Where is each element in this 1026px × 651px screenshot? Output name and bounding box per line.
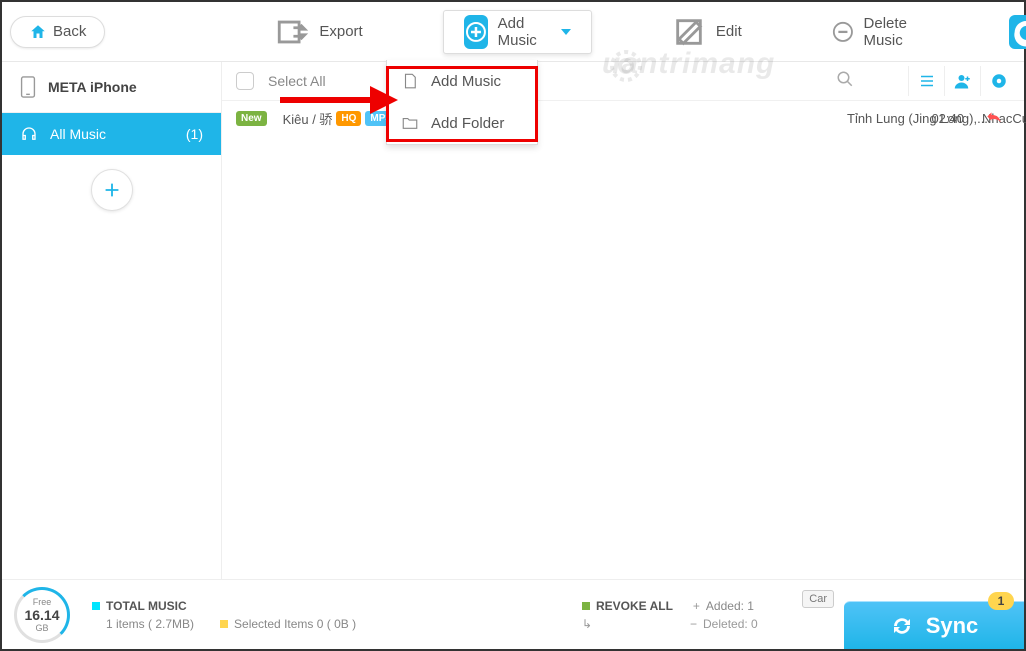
all-music-count: (1): [186, 126, 203, 142]
add-music-icon: [464, 15, 488, 49]
track-time: 02:40: [931, 111, 964, 126]
green-square-icon: [582, 602, 590, 610]
yellow-square-icon: [220, 620, 228, 628]
total-music-label: TOTAL MUSIC: [106, 599, 187, 613]
list-icon: [918, 72, 936, 90]
export-button[interactable]: Export: [255, 11, 382, 53]
free-label: Free: [33, 597, 52, 607]
sync-button[interactable]: Sync 1: [844, 601, 1024, 649]
disc-icon: [990, 72, 1008, 90]
select-all-label: Select All: [268, 73, 326, 89]
contact-button[interactable]: [944, 66, 980, 96]
deleted-count: Deleted: 0: [703, 617, 758, 631]
home-icon: [29, 23, 47, 41]
back-button[interactable]: Back: [10, 16, 105, 48]
device-header: META iPhone: [2, 62, 221, 113]
undo-button[interactable]: [984, 109, 1004, 129]
added-count: Added: 1: [706, 599, 754, 613]
edit-button[interactable]: Edit: [652, 11, 762, 53]
free-unit: GB: [35, 623, 48, 633]
selected-items: Selected Items 0 ( 0B ): [234, 617, 356, 631]
edit-icon: [672, 15, 706, 49]
content-area: Select All New Kiêu / 骄 HQ MP3 Tỉnh Lung…: [222, 62, 1024, 579]
storage-indicator: Free 16.14 GB: [14, 587, 70, 643]
search-icon: [836, 70, 854, 88]
export-icon: [275, 15, 309, 49]
sync-icon: [890, 614, 914, 638]
hq-badge: HQ: [336, 111, 361, 126]
delete-music-label: Delete Music: [864, 15, 920, 49]
add-playlist-button[interactable]: [91, 169, 133, 211]
delete-music-button[interactable]: Delete Music: [812, 11, 939, 53]
sync-label: Sync: [926, 613, 979, 639]
file-icon: [401, 72, 419, 90]
refresh-button[interactable]: Refre: [989, 11, 1026, 53]
device-name: META iPhone: [48, 79, 137, 95]
footer: Free 16.14 GB TOTAL MUSIC 1 items ( 2.7M…: [2, 579, 1024, 649]
add-music-dropdown: Add Music Add Folder: [386, 60, 538, 145]
sidebar: META iPhone All Music (1): [2, 62, 222, 579]
cart-button[interactable]: Car: [802, 590, 834, 608]
delete-icon: [832, 15, 854, 49]
revoke-all-button[interactable]: REVOKE ALL: [596, 599, 673, 613]
add-music-label: Add Music: [498, 15, 547, 49]
toolbar: Back Export Add Music Edit Delet: [2, 2, 1024, 62]
sidebar-item-all-music[interactable]: All Music (1): [2, 113, 221, 155]
all-music-label: All Music: [50, 126, 106, 142]
chevron-down-icon: [561, 29, 571, 35]
search-button[interactable]: [836, 70, 854, 93]
dropdown-add-folder-label: Add Folder: [431, 115, 504, 132]
cyan-square-icon: [92, 602, 100, 610]
sync-count-badge: 1: [988, 592, 1014, 610]
add-music-button[interactable]: Add Music: [443, 10, 592, 54]
export-label: Export: [319, 23, 362, 40]
plus-icon: [101, 179, 123, 201]
headphones-icon: [20, 125, 38, 143]
dropdown-add-music[interactable]: Add Music: [387, 60, 537, 102]
undo-icon: [984, 109, 1004, 129]
back-label: Back: [53, 23, 86, 40]
dropdown-add-folder[interactable]: Add Folder: [387, 102, 537, 144]
track-artist: Tỉnh Lung (Jing Long),...: [847, 111, 988, 126]
disc-button[interactable]: [980, 66, 1016, 96]
items-size: 1 items ( 2.7MB): [106, 617, 194, 631]
select-all-checkbox[interactable]: [236, 72, 254, 90]
refresh-icon: [1009, 15, 1026, 49]
list-header: Select All: [222, 62, 1024, 101]
list-view-button[interactable]: [908, 66, 944, 96]
track-title: Kiêu / 骄: [283, 109, 333, 128]
folder-icon: [401, 114, 419, 132]
dropdown-add-music-label: Add Music: [431, 73, 501, 90]
free-value: 16.14: [24, 607, 59, 623]
phone-icon: [20, 76, 36, 98]
track-row[interactable]: New Kiêu / 骄 HQ MP3 Tỉnh Lung (Jing Long…: [222, 101, 1024, 136]
edit-label: Edit: [716, 23, 742, 40]
person-plus-icon: [954, 72, 972, 90]
new-badge: New: [236, 111, 267, 126]
